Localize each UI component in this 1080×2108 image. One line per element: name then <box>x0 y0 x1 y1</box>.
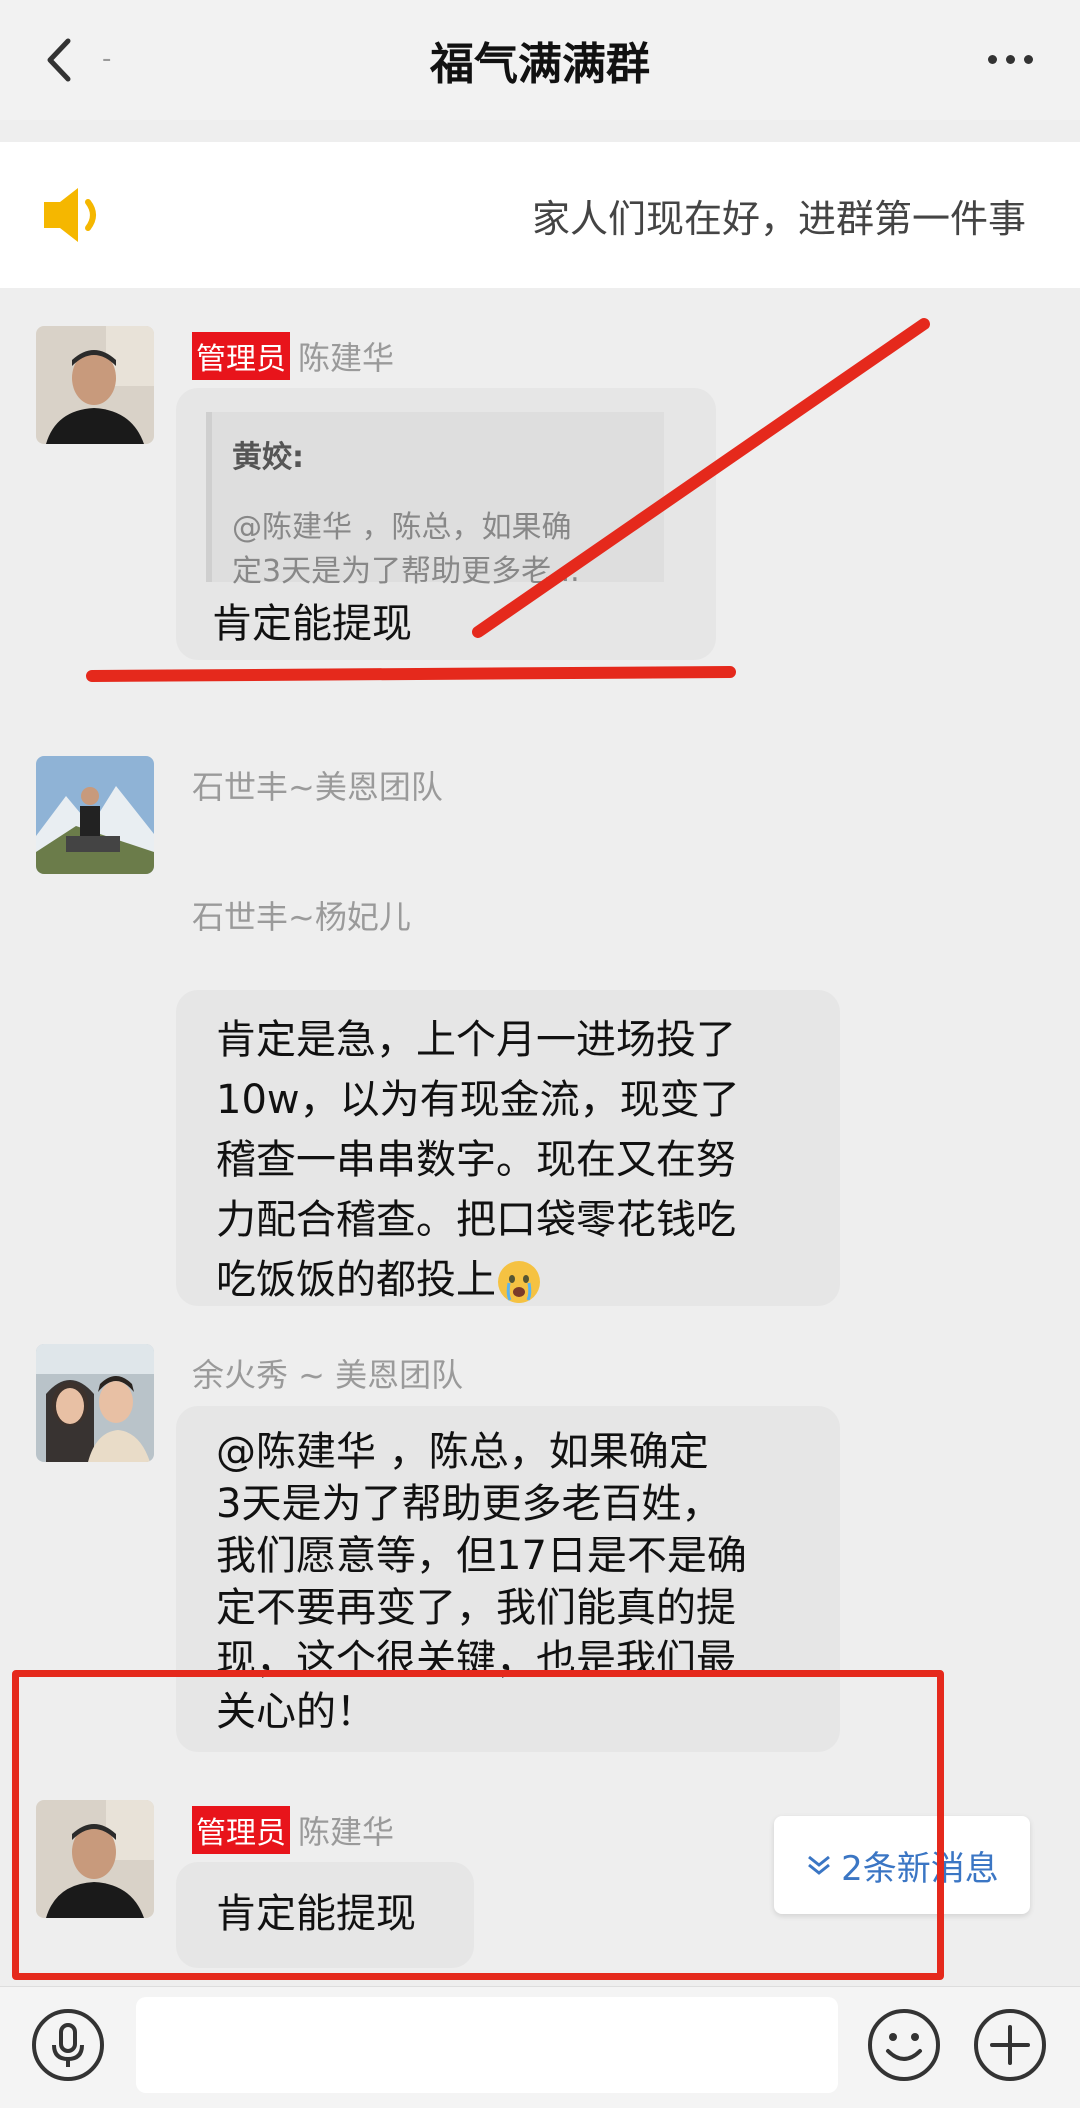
avatar-image <box>36 1344 154 1462</box>
quote-text-line: 定3天是为了帮助更多老... <box>232 554 580 589</box>
message-text-line: 力配合稽查。把口袋零花钱吃 <box>216 1197 736 1243</box>
message-sender: 石世丰~杨妃儿 <box>192 892 411 938</box>
message-input[interactable] <box>136 1997 838 2093</box>
more-functions-button[interactable] <box>972 2007 1048 2083</box>
dot-icon <box>1023 54 1033 64</box>
annotation-highlight-box <box>12 1670 944 1980</box>
sender-name: 石世丰~杨妃儿 <box>192 898 411 936</box>
sender-name: 余火秀 ~ 美恩团队 <box>192 1356 464 1394</box>
announcement-text: 家人们现在好，进群第一件事 <box>532 197 1027 241</box>
quoted-message[interactable]: 黄姣: @陈建华 ，陈总，如果确 定3天是为了帮助更多老... <box>206 412 664 589</box>
annotation-underline <box>86 666 736 682</box>
quote-text-line: @陈建华 ，陈总，如果确 <box>232 510 572 545</box>
emoji-button[interactable] <box>866 2007 942 2083</box>
avatar-yu-huoxiu[interactable] <box>36 1344 154 1462</box>
crying-emoji-icon <box>498 1261 540 1303</box>
message-sender: 石世丰~美恩团队 <box>192 762 443 808</box>
admin-badge: 管理员 <box>192 332 290 380</box>
message-text-line: 我们愿意等，但17日是不是确 <box>216 1533 747 1579</box>
sender-name: 石世丰~美恩团队 <box>192 768 443 806</box>
message-sender: 余火秀 ~ 美恩团队 <box>192 1350 463 1396</box>
message-bubble[interactable]: 肯定是急，上个月一进场投了 10w，以为有现金流，现变了 稽查一串串数字。现在又… <box>176 990 840 1306</box>
message-text-line: 稽查一串串数字。现在又在努 <box>216 1137 736 1183</box>
message-sender: 管理员 陈建华 <box>192 332 394 380</box>
group-announcement[interactable]: 家人们现在好，进群第一件事 <box>0 142 1080 288</box>
message-text-segment: 吃饭饭的都投上 <box>216 1257 496 1303</box>
message-input-bar <box>0 1986 1080 2108</box>
quote-author: 黄姣: <box>232 440 304 475</box>
message-bubble[interactable]: 黄姣: @陈建华 ，陈总，如果确 定3天是为了帮助更多老... 肯定能提现 <box>176 388 716 660</box>
speaker-icon <box>44 188 96 242</box>
voice-input-button[interactable] <box>30 2007 106 2083</box>
more-options-button[interactable] <box>980 44 1040 74</box>
message-text-line: 3天是为了帮助更多老百姓， <box>216 1481 722 1527</box>
message-text-line: 定不要再变了，我们能真的提 <box>216 1585 736 1631</box>
avatar-chen-jianhua[interactable] <box>36 326 154 444</box>
avatar-image <box>36 756 154 874</box>
chat-header: - 福气满满群 <box>0 0 1080 120</box>
avatar-image <box>36 326 154 444</box>
sender-name: 陈建华 <box>298 339 395 377</box>
avatar-shi-shifeng[interactable] <box>36 756 154 874</box>
message-text-line: 吃饭饭的都投上 <box>216 1250 800 1310</box>
message-text-line: 肯定是急，上个月一进场投了 <box>216 1017 736 1063</box>
dot-icon <box>1005 54 1015 64</box>
message-text: 肯定能提现 <box>212 601 412 647</box>
dot-icon <box>987 54 997 64</box>
message-text-line: @陈建华 ，陈总，如果确定 <box>216 1429 709 1475</box>
message-text-line: 10w，以为有现金流，现变了 <box>216 1077 740 1123</box>
chat-title: 福气满满群 <box>430 39 650 90</box>
